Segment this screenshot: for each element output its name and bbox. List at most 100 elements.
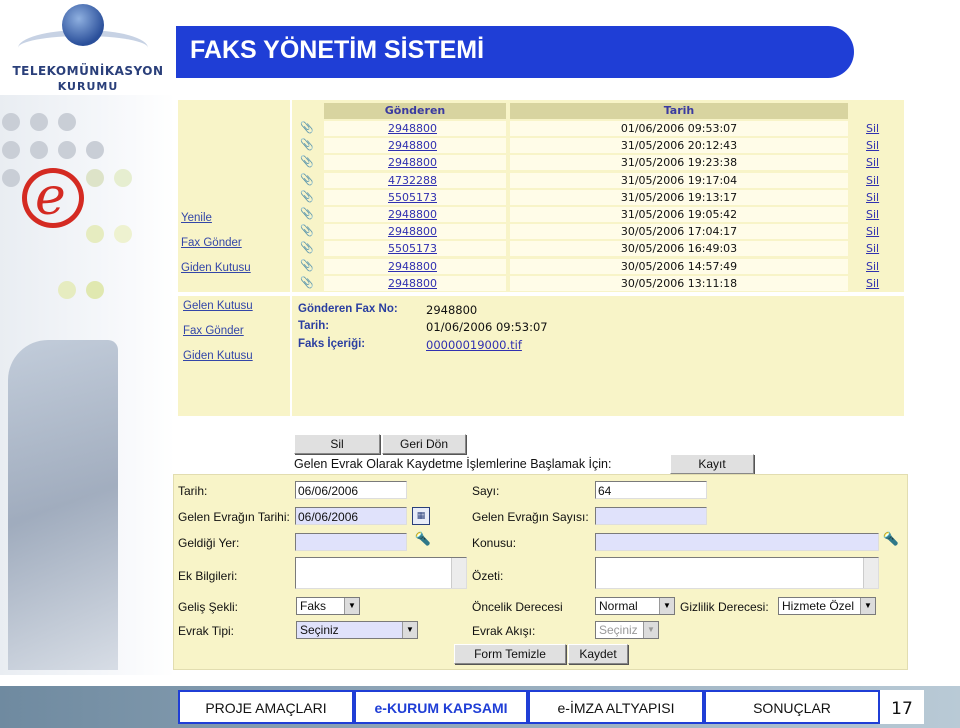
- e-letter-logo-icon: e: [22, 167, 84, 228]
- delete-link[interactable]: Sil: [866, 155, 879, 170]
- subject-field[interactable]: [595, 533, 879, 551]
- date-field[interactable]: 06/06/2006: [295, 481, 407, 499]
- number-label: Sayı:: [472, 484, 500, 498]
- fax-file-link[interactable]: 00000019000.tif: [426, 338, 522, 352]
- delete-button[interactable]: Sil: [294, 434, 380, 454]
- origin-label: Geldiği Yer:: [178, 536, 240, 550]
- nav-send-fax-link[interactable]: Fax Gönder: [181, 237, 242, 249]
- chevron-down-icon[interactable]: ▼: [860, 598, 875, 614]
- flow-value: Seçiniz: [599, 623, 638, 637]
- delete-link[interactable]: Sil: [866, 241, 879, 256]
- inbox-row-sender: 5505173: [324, 189, 506, 205]
- arrival-method-select[interactable]: Faks ▼: [296, 597, 360, 615]
- scrollbar[interactable]: [451, 558, 466, 588]
- scrollbar[interactable]: [863, 558, 878, 588]
- delete-link[interactable]: Sil: [866, 207, 879, 222]
- page-number: 17: [880, 690, 924, 724]
- register-button[interactable]: Kayıt: [670, 454, 754, 474]
- sender-link[interactable]: 2948800: [388, 260, 437, 273]
- doctype-select[interactable]: Seçiniz ▼: [296, 621, 418, 639]
- tab-e-signature[interactable]: e-İMZA ALTYAPISI: [528, 690, 704, 724]
- doctype-value: Seçiniz: [300, 623, 339, 637]
- paperclip-icon: 📎: [300, 224, 314, 238]
- arrival-method-label: Geliş Şekli:: [178, 600, 239, 614]
- priority-select[interactable]: Normal ▼: [595, 597, 675, 615]
- register-instruction: Gelen Evrak Olarak Kaydetme İşlemlerine …: [294, 457, 612, 471]
- extra-info-textarea[interactable]: [295, 557, 467, 589]
- flashlight-search-icon[interactable]: 🔦: [414, 531, 432, 549]
- incoming-date-label: Gelen Evrağın Tarihi:: [178, 510, 290, 524]
- save-button[interactable]: Kaydet: [568, 644, 628, 664]
- nav-outbox-link[interactable]: Giden Kutusu: [181, 262, 251, 274]
- nav-outbox-link-2[interactable]: Giden Kutusu: [183, 350, 253, 362]
- chevron-down-icon[interactable]: ▼: [402, 622, 417, 638]
- inbox-row-date: 31/05/2006 19:17:04: [510, 172, 848, 188]
- sender-link[interactable]: 5505173: [388, 191, 437, 204]
- delete-link[interactable]: Sil: [866, 190, 879, 205]
- sender-link[interactable]: 2948800: [388, 208, 437, 221]
- detail-content-label: Faks İçeriği:: [298, 338, 366, 350]
- back-button[interactable]: Geri Dön: [382, 434, 466, 454]
- subject-label: Konusu:: [472, 536, 517, 550]
- nav-send-fax-link-2[interactable]: Fax Gönder: [183, 325, 244, 337]
- date-label: Tarih:: [178, 484, 208, 498]
- delete-link[interactable]: Sil: [866, 121, 879, 136]
- paperclip-icon: 📎: [300, 121, 314, 134]
- tab-project-goals[interactable]: PROJE AMAÇLARI: [178, 690, 354, 724]
- inbox-row-sender: 2948800: [324, 138, 506, 154]
- delete-link[interactable]: Sil: [866, 138, 879, 153]
- chevron-down-icon[interactable]: ▼: [643, 622, 658, 638]
- inbox-row-date: 31/05/2006 19:05:42: [510, 207, 848, 222]
- sender-link[interactable]: 2948800: [388, 122, 437, 135]
- chevron-down-icon[interactable]: ▼: [344, 598, 359, 614]
- tab-e-kurum-scope[interactable]: e-KURUM KAPSAMI: [354, 690, 528, 724]
- inbox-row-sender: 2948800: [324, 121, 506, 136]
- flow-select[interactable]: Seçiniz ▼: [595, 621, 659, 639]
- chevron-down-icon[interactable]: ▼: [659, 598, 674, 614]
- delete-link[interactable]: Sil: [866, 173, 879, 188]
- inbox-row-sender: 4732288: [324, 172, 506, 188]
- sender-link[interactable]: 2948800: [388, 139, 437, 152]
- inbox-row-date: 31/05/2006 19:13:17: [510, 189, 848, 205]
- detail-sender-value: 2948800: [426, 303, 478, 317]
- paperclip-icon: 📎: [300, 155, 314, 169]
- delete-link[interactable]: Sil: [866, 224, 879, 239]
- sender-link[interactable]: 2948800: [388, 277, 437, 290]
- paperclip-icon: 📎: [300, 258, 314, 272]
- number-field[interactable]: 64: [595, 481, 707, 499]
- incoming-number-label: Gelen Evrağın Sayısı:: [472, 510, 589, 524]
- delete-link[interactable]: Sil: [866, 276, 879, 291]
- privacy-select[interactable]: Hizmete Özel ▼: [778, 597, 876, 615]
- origin-field[interactable]: [295, 533, 407, 551]
- paperclip-icon: 📎: [300, 207, 314, 220]
- flow-label: Evrak Akışı:: [472, 624, 536, 638]
- page-title: FAKS YÖNETİM SİSTEMİ: [190, 36, 485, 64]
- column-header-sender[interactable]: Gönderen: [324, 103, 506, 119]
- inbox-row-date: 30/05/2006 13:11:18: [510, 275, 848, 291]
- flashlight-search-icon-2[interactable]: 🔦: [882, 531, 900, 549]
- tab-results[interactable]: SONUÇLAR: [704, 690, 880, 724]
- incoming-number-field[interactable]: [595, 507, 707, 525]
- incoming-date-field[interactable]: 06/06/2006: [295, 507, 407, 525]
- nav-refresh-link[interactable]: Yenile: [181, 212, 212, 224]
- paperclip-icon: 📎: [300, 241, 314, 255]
- extra-info-label: Ek Bilgileri:: [178, 569, 238, 583]
- nav-inbox-link[interactable]: Gelen Kutusu: [183, 300, 253, 312]
- clear-form-button[interactable]: Form Temizle: [454, 644, 566, 664]
- arrival-method-value: Faks: [300, 599, 327, 613]
- priority-value: Normal: [599, 599, 638, 613]
- column-header-date[interactable]: Tarih: [510, 103, 848, 119]
- detail-sender-label: Gönderen Fax No:: [298, 303, 398, 315]
- summary-label: Özeti:: [472, 569, 504, 583]
- globe-logo-icon: [62, 4, 104, 46]
- calendar-icon[interactable]: ▦: [412, 507, 430, 525]
- sender-link[interactable]: 2948800: [388, 156, 437, 169]
- sender-link[interactable]: 5505173: [388, 242, 437, 255]
- sender-link[interactable]: 4732288: [388, 174, 437, 187]
- sender-link[interactable]: 2948800: [388, 225, 437, 238]
- inbox-row-sender: 2948800: [324, 275, 506, 291]
- delete-link[interactable]: Sil: [866, 259, 879, 274]
- summary-textarea[interactable]: [595, 557, 879, 589]
- logo-text-line2: KURUMU: [57, 80, 119, 93]
- inbox-row-sender: 2948800: [324, 155, 506, 171]
